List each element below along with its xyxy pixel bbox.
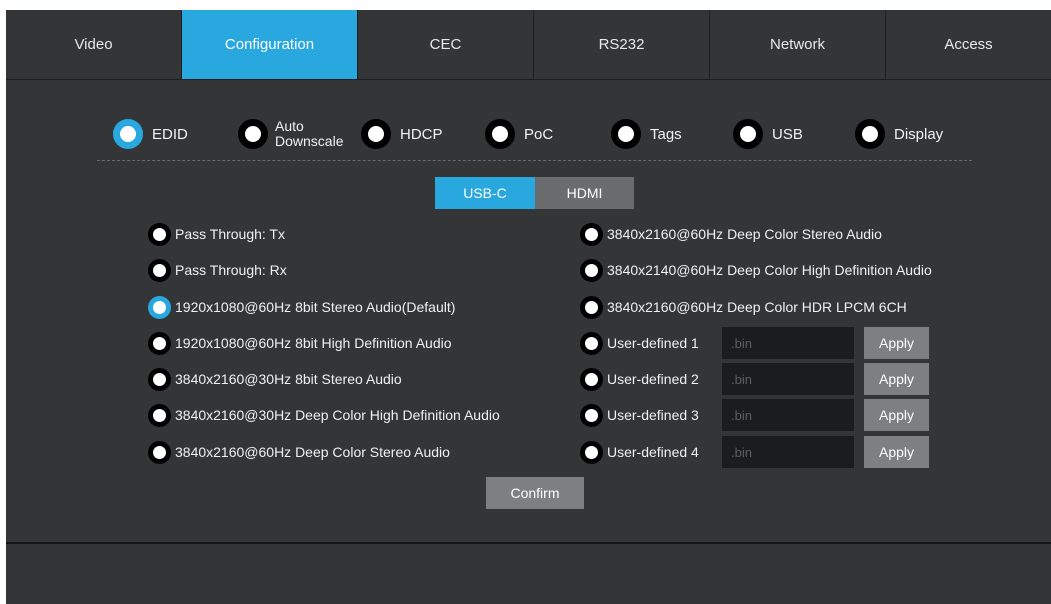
- radio-icon[interactable]: [361, 119, 391, 149]
- footer-bar: [6, 544, 1051, 604]
- subtab-poc[interactable]: PoC: [485, 116, 553, 152]
- port-hdmi-button[interactable]: HDMI: [535, 177, 634, 209]
- main-tabbar: Video Configuration CEC RS232 Network Ac…: [6, 10, 1051, 79]
- option-label: 3840x2160@60Hz Deep Color Stereo Audio: [607, 226, 882, 242]
- tab-network[interactable]: Network: [710, 10, 886, 79]
- radio-icon[interactable]: [148, 222, 171, 246]
- tab-label: Video: [74, 36, 113, 53]
- subtab-tags[interactable]: Tags: [611, 116, 682, 152]
- option-2140p60-deep-hd-audio[interactable]: 3840x2140@60Hz Deep Color High Definitio…: [580, 258, 932, 282]
- option-user-defined-4[interactable]: User-defined 4: [580, 440, 699, 464]
- option-label: User-defined 2: [607, 371, 699, 387]
- radio-icon[interactable]: [238, 119, 268, 149]
- option-pass-through-tx[interactable]: Pass Through: Tx: [148, 222, 285, 246]
- option-label: 3840x2160@60Hz Deep Color Stereo Audio: [175, 444, 450, 460]
- radio-icon[interactable]: [580, 331, 603, 355]
- option-label: 3840x2160@30Hz Deep Color High Definitio…: [175, 407, 500, 423]
- subtab-edid[interactable]: EDID: [113, 116, 188, 152]
- user-defined-4-file-input[interactable]: .bin: [722, 436, 854, 468]
- user-defined-4-apply-button[interactable]: Apply: [864, 436, 929, 468]
- radio-icon[interactable]: [148, 367, 171, 391]
- subtab-label-line2: Downscale: [275, 133, 344, 149]
- radio-icon[interactable]: [148, 331, 171, 355]
- tab-label: Access: [944, 36, 993, 53]
- confirm-button[interactable]: Confirm: [486, 477, 584, 509]
- option-label: 3840x2160@60Hz Deep Color HDR LPCM 6CH: [607, 299, 907, 315]
- subtab-display[interactable]: Display: [855, 116, 943, 152]
- subtab-auto-downscale[interactable]: Auto Downscale: [238, 116, 343, 152]
- radio-icon[interactable]: [580, 258, 603, 282]
- subtab-label-line1: Auto: [275, 118, 304, 134]
- tab-label: CEC: [429, 36, 462, 53]
- tabbar-divider: [6, 79, 1051, 80]
- option-1080p60-hd-audio[interactable]: 1920x1080@60Hz 8bit High Definition Audi…: [148, 331, 452, 355]
- tab-rs232[interactable]: RS232: [534, 10, 710, 79]
- option-label: User-defined 4: [607, 444, 699, 460]
- option-label: Pass Through: Rx: [175, 262, 287, 278]
- radio-icon[interactable]: [580, 367, 603, 391]
- radio-icon[interactable]: [733, 119, 763, 149]
- option-label: 3840x2160@30Hz 8bit Stereo Audio: [175, 371, 402, 387]
- subtab-label: HDCP: [400, 125, 443, 143]
- user-defined-3-apply-button[interactable]: Apply: [864, 399, 929, 431]
- subtab-label: USB: [772, 125, 803, 143]
- subtab-label: Auto Downscale: [275, 119, 343, 149]
- option-label: 1920x1080@60Hz 8bit High Definition Audi…: [175, 335, 452, 351]
- port-usbc-button[interactable]: USB-C: [435, 177, 535, 209]
- subtab-hdcp[interactable]: HDCP: [361, 116, 443, 152]
- radio-icon[interactable]: [148, 258, 171, 282]
- tab-configuration[interactable]: Configuration: [182, 10, 358, 79]
- radio-icon[interactable]: [113, 119, 143, 149]
- tab-access[interactable]: Access: [886, 10, 1051, 79]
- option-label: 1920x1080@60Hz 8bit Stereo Audio(Default…: [175, 299, 456, 315]
- radio-icon[interactable]: [855, 119, 885, 149]
- option-user-defined-1[interactable]: User-defined 1: [580, 331, 699, 355]
- radio-icon[interactable]: [148, 403, 171, 427]
- user-defined-2-file-input[interactable]: .bin: [722, 363, 854, 395]
- radio-icon[interactable]: [580, 295, 603, 319]
- option-2160p60-deep-stereo[interactable]: 3840x2160@60Hz Deep Color Stereo Audio: [148, 440, 450, 464]
- option-label: User-defined 3: [607, 407, 699, 423]
- tab-label: RS232: [598, 36, 645, 53]
- user-defined-2-apply-button[interactable]: Apply: [864, 363, 929, 395]
- option-label: User-defined 1: [607, 335, 699, 351]
- option-label: Pass Through: Tx: [175, 226, 285, 242]
- dashed-divider: [97, 160, 972, 161]
- radio-icon[interactable]: [148, 440, 171, 464]
- user-defined-1-apply-button[interactable]: Apply: [864, 327, 929, 359]
- subtab-label: Display: [894, 125, 944, 143]
- user-defined-1-file-input[interactable]: .bin: [722, 327, 854, 359]
- option-label: 3840x2140@60Hz Deep Color High Definitio…: [607, 262, 932, 278]
- option-2160p30-stereo[interactable]: 3840x2160@30Hz 8bit Stereo Audio: [148, 367, 402, 391]
- radio-icon[interactable]: [485, 119, 515, 149]
- subtab-usb[interactable]: USB: [733, 116, 803, 152]
- radio-icon[interactable]: [148, 295, 171, 319]
- option-pass-through-rx[interactable]: Pass Through: Rx: [148, 258, 287, 282]
- option-user-defined-2[interactable]: User-defined 2: [580, 367, 699, 391]
- subtab-label: EDID: [152, 125, 188, 143]
- option-1080p60-stereo-default[interactable]: 1920x1080@60Hz 8bit Stereo Audio(Default…: [148, 295, 455, 319]
- tab-cec[interactable]: CEC: [358, 10, 534, 79]
- subtab-label: Tags: [650, 125, 682, 143]
- app-window: Video Configuration CEC RS232 Network Ac…: [6, 10, 1051, 604]
- tab-label: Network: [769, 36, 825, 53]
- subtab-label: PoC: [524, 125, 554, 143]
- radio-icon[interactable]: [580, 440, 603, 464]
- tab-video[interactable]: Video: [6, 10, 182, 79]
- radio-icon[interactable]: [580, 403, 603, 427]
- option-user-defined-3[interactable]: User-defined 3: [580, 403, 699, 427]
- user-defined-3-file-input[interactable]: .bin: [722, 399, 854, 431]
- option-2160p60-deep-stereo-right[interactable]: 3840x2160@60Hz Deep Color Stereo Audio: [580, 222, 882, 246]
- tab-label: Configuration: [224, 36, 315, 53]
- option-2160p30-deep-hd-audio[interactable]: 3840x2160@30Hz Deep Color High Definitio…: [148, 403, 500, 427]
- radio-icon[interactable]: [580, 222, 603, 246]
- radio-icon[interactable]: [611, 119, 641, 149]
- option-2160p60-hdr-lpcm[interactable]: 3840x2160@60Hz Deep Color HDR LPCM 6CH: [580, 295, 907, 319]
